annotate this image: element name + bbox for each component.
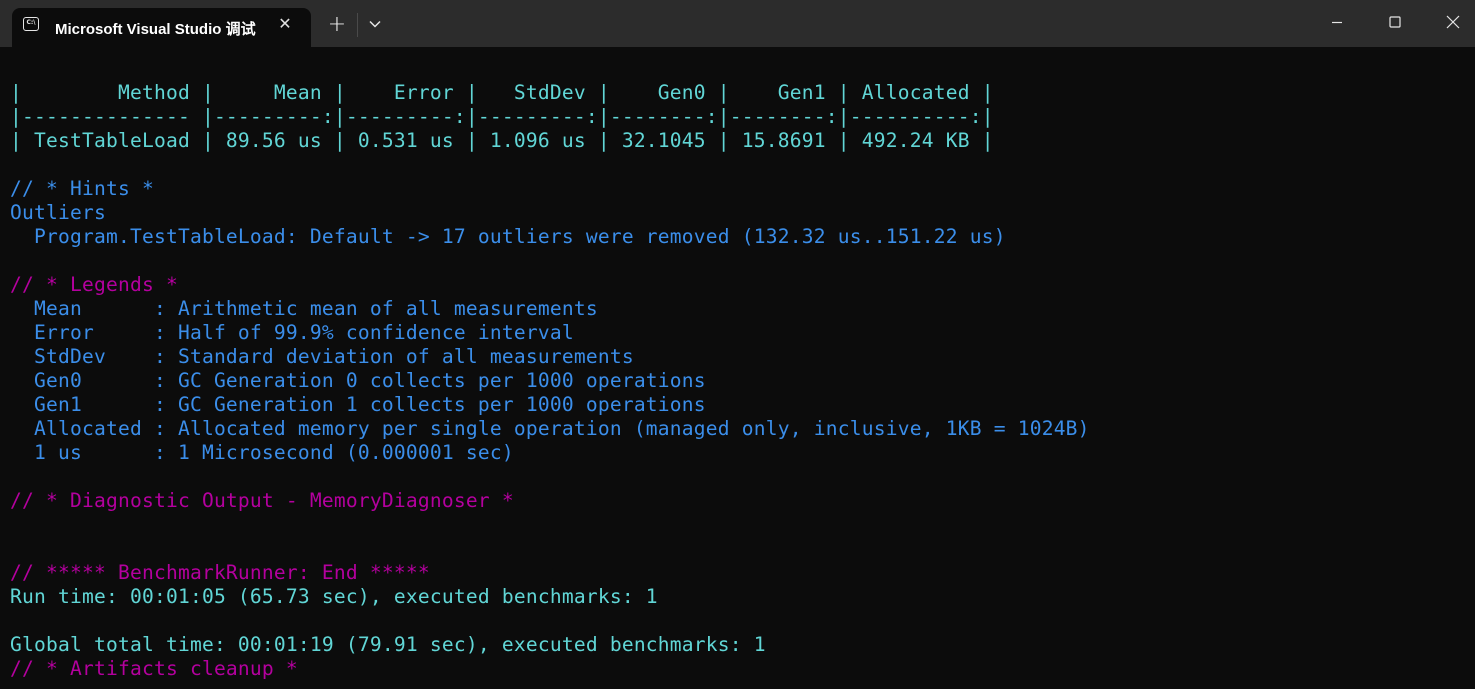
legends-heading: // * Legends * — [10, 273, 178, 296]
table-row: | TestTableLoad | 89.56 us | 0.531 us | … — [10, 129, 994, 152]
runner-end-heading: // ***** BenchmarkRunner: End ***** — [10, 561, 430, 584]
maximize-button[interactable] — [1366, 0, 1424, 44]
hints-detail: Program.TestTableLoad: Default -> 17 out… — [10, 225, 1006, 248]
artifacts-cleanup-heading: // * Artifacts cleanup * — [10, 657, 298, 680]
legend-item: Error : Half of 99.9% confidence interva… — [10, 321, 574, 344]
legend-item: Allocated : Allocated memory per single … — [10, 417, 1090, 440]
tab-title: Microsoft Visual Studio 调试 — [55, 21, 256, 38]
legend-item: 1 us : 1 Microsecond (0.000001 sec) — [10, 441, 514, 464]
legend-item: Mean : Arithmetic mean of all measuremen… — [10, 297, 598, 320]
hints-heading: // * Hints * — [10, 177, 154, 200]
global-time-line: Global total time: 00:01:19 (79.91 sec),… — [10, 633, 766, 656]
legend-item: StdDev : Standard deviation of all measu… — [10, 345, 634, 368]
tab-dropdown-button[interactable] — [365, 14, 385, 36]
diagnostic-heading: // * Diagnostic Output - MemoryDiagnoser… — [10, 489, 514, 512]
hints-title: Outliers — [10, 201, 106, 224]
console-icon: C:\ — [23, 17, 39, 31]
table-separator-row: |-------------- |---------:|---------:|-… — [10, 105, 994, 128]
close-tab-button[interactable]: ✕ — [277, 14, 293, 34]
chevron-down-icon — [369, 20, 381, 28]
legend-item: Gen1 : GC Generation 1 collects per 1000… — [10, 393, 706, 416]
tab-terminal[interactable]: C:\ Microsoft Visual Studio 调试 ✕ — [12, 8, 311, 47]
table-header-row: | Method | Mean | Error | StdDev | Gen0 … — [10, 81, 994, 104]
minimize-button[interactable] — [1308, 0, 1366, 44]
new-tab-button[interactable]: + — [326, 14, 348, 36]
legend-item: Gen0 : GC Generation 0 collects per 1000… — [10, 369, 706, 392]
title-bar: C:\ Microsoft Visual Studio 调试 ✕ + — [0, 0, 1475, 47]
close-window-button[interactable] — [1424, 0, 1475, 44]
maximize-icon — [1389, 16, 1401, 28]
run-time-line: Run time: 00:01:05 (65.73 sec), executed… — [10, 585, 658, 608]
minimize-icon — [1332, 21, 1342, 24]
close-icon — [1446, 15, 1460, 29]
terminal-output[interactable]: | Method | Mean | Error | StdDev | Gen0 … — [10, 47, 1470, 689]
tab-divider — [357, 13, 358, 37]
